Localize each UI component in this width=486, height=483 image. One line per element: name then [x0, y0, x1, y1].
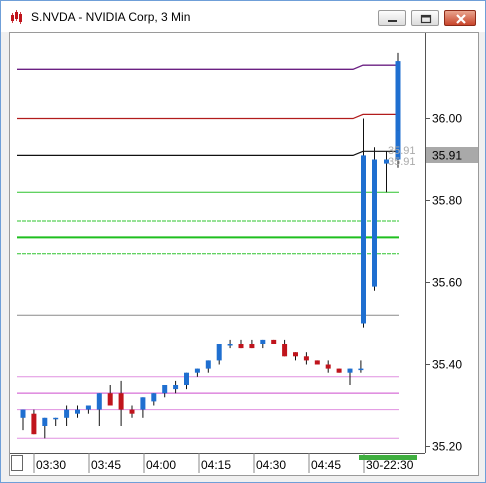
chart-app-icon: [10, 10, 24, 24]
close-icon: [456, 14, 466, 24]
maximize-button[interactable]: [411, 10, 439, 26]
title-bar[interactable]: S.NVDA - NVIDIA Corp, 3 Min: [1, 1, 485, 32]
chart-window: S.NVDA - NVIDIA Corp, 3 Min 36.00 35.80 35…: [0, 0, 486, 483]
close-button[interactable]: [444, 10, 476, 26]
current-price-annotation-2: 35.91: [388, 156, 416, 168]
chart-settings-box[interactable]: [11, 455, 23, 471]
x-tick-label: 04:45: [311, 458, 341, 472]
last-price-label: 35.91: [432, 149, 462, 163]
candle: [271, 339, 277, 344]
y-tick-label: 35.80: [432, 194, 462, 208]
price-chart[interactable]: 36.00 35.80 35.60 35.40 35.20 03:30 03:45 04:0…: [1, 32, 485, 482]
maximize-icon: [420, 14, 432, 24]
session-marker: [359, 455, 417, 460]
candle: [395, 52, 401, 131]
x-tick-label: 03:45: [91, 458, 121, 472]
candle: [372, 147, 377, 291]
candle: [314, 360, 320, 365]
y-tick-label: 36.00: [432, 112, 462, 126]
y-tick-label: 35.20: [432, 440, 462, 454]
x-tick-label: 04:30: [256, 458, 286, 472]
candle: [336, 368, 342, 373]
x-tick-label: 04:00: [146, 458, 176, 472]
y-tick-label: 35.40: [432, 358, 462, 372]
minimize-icon: [388, 20, 397, 22]
x-tick-label: 30-22:30: [366, 458, 414, 472]
y-tick-label: 35.60: [432, 276, 462, 290]
x-tick-label: 04:15: [201, 458, 231, 472]
x-tick-label: 03:30: [36, 458, 66, 472]
window-title: S.NVDA - NVIDIA Corp, 3 Min: [31, 10, 191, 24]
minimize-button[interactable]: [378, 10, 406, 26]
